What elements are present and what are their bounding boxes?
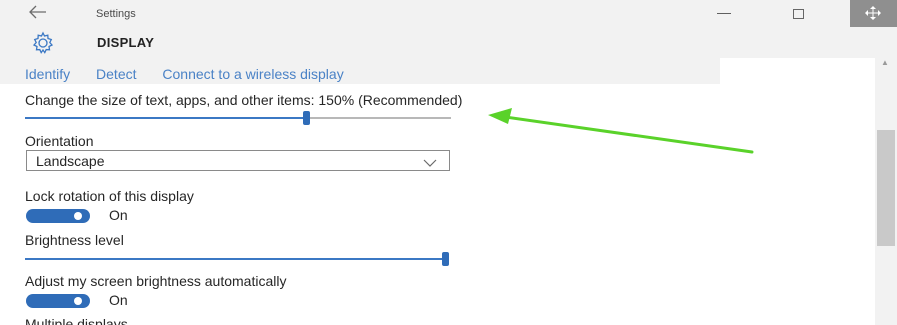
annotation-arrow bbox=[488, 108, 754, 154]
lock-rotation-label: Lock rotation of this display bbox=[25, 188, 194, 204]
move-button[interactable] bbox=[850, 0, 897, 27]
toggle-knob bbox=[74, 297, 82, 305]
settings-window: Settings — DISPLAY Identify Detect Conne… bbox=[0, 0, 897, 325]
page-header: DISPLAY bbox=[0, 30, 897, 58]
minimize-button[interactable]: — bbox=[709, 4, 739, 24]
brightness-slider-thumb[interactable] bbox=[442, 252, 449, 266]
auto-brightness-label: Adjust my screen brightness automaticall… bbox=[25, 273, 287, 289]
scale-slider[interactable] bbox=[25, 111, 451, 125]
auto-brightness-toggle[interactable] bbox=[26, 294, 90, 308]
scale-slider-thumb[interactable] bbox=[303, 111, 310, 125]
brightness-label: Brightness level bbox=[25, 232, 124, 248]
detect-link[interactable]: Detect bbox=[96, 66, 136, 82]
vertical-scrollbar[interactable]: ▲ bbox=[875, 56, 897, 325]
scale-label: Change the size of text, apps, and other… bbox=[25, 92, 463, 108]
orientation-selected-value: Landscape bbox=[36, 153, 105, 169]
connect-wireless-display-link[interactable]: Connect to a wireless display bbox=[162, 66, 343, 82]
identify-link[interactable]: Identify bbox=[25, 66, 70, 82]
move-arrows-icon bbox=[865, 6, 881, 20]
display-links: Identify Detect Connect to a wireless di… bbox=[25, 66, 366, 82]
auto-brightness-state: On bbox=[109, 292, 128, 308]
back-arrow-icon[interactable] bbox=[28, 5, 50, 23]
multiple-displays-heading: Multiple displays bbox=[25, 316, 128, 325]
window-title: Settings bbox=[96, 8, 136, 20]
lock-rotation-toggle[interactable] bbox=[26, 209, 90, 223]
brightness-slider-fill bbox=[25, 258, 445, 260]
page-title: DISPLAY bbox=[97, 35, 155, 50]
scroll-up-arrow-icon[interactable]: ▲ bbox=[881, 58, 889, 67]
chevron-down-icon bbox=[423, 155, 437, 173]
scrollbar-thumb[interactable] bbox=[877, 130, 895, 246]
orientation-label: Orientation bbox=[25, 133, 94, 149]
toggle-knob bbox=[74, 212, 82, 220]
title-bar: Settings — bbox=[0, 0, 897, 30]
gear-icon bbox=[30, 30, 56, 61]
scale-slider-fill bbox=[25, 117, 306, 119]
lock-rotation-state: On bbox=[109, 207, 128, 223]
maximize-button[interactable] bbox=[784, 4, 814, 24]
orientation-dropdown[interactable]: Landscape bbox=[26, 150, 450, 171]
brightness-slider[interactable] bbox=[25, 252, 449, 266]
